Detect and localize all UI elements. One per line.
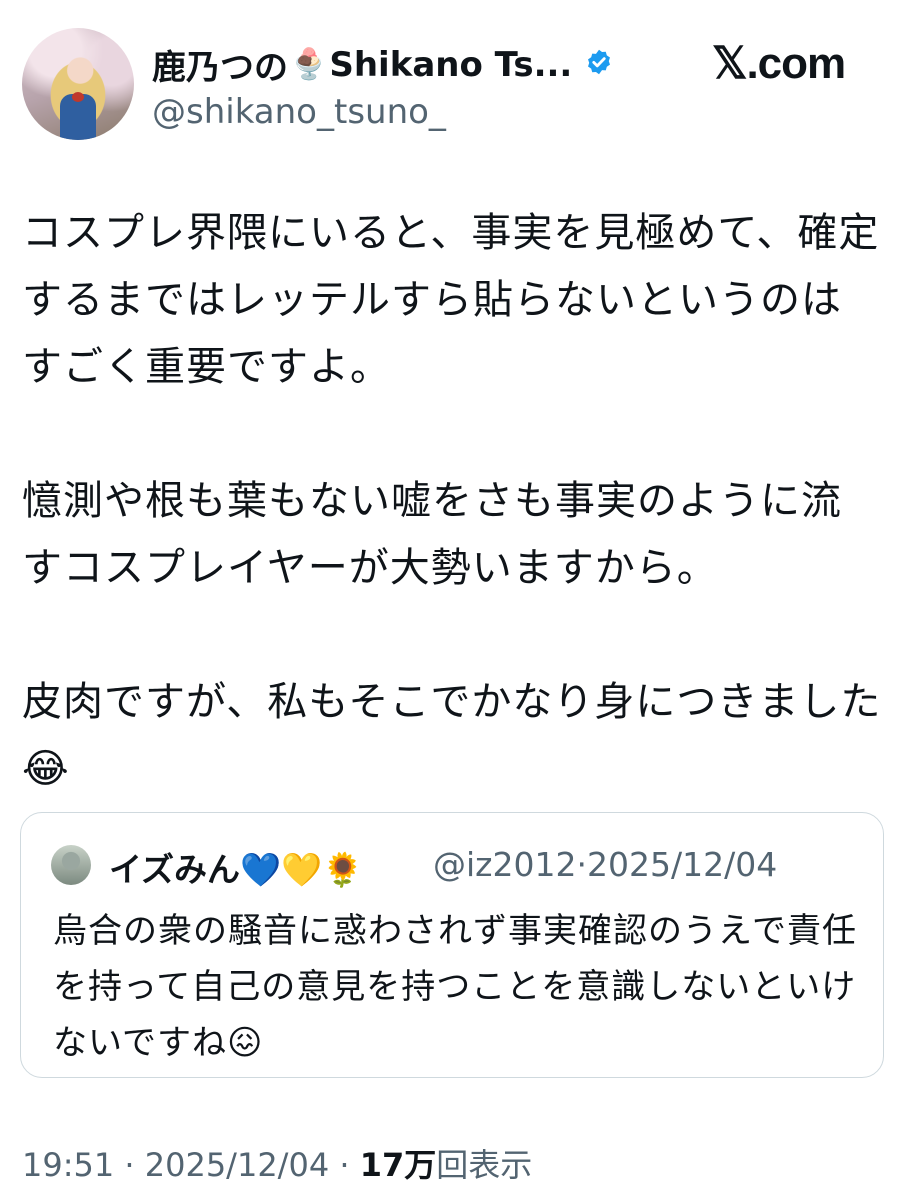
author-name-text: 鹿乃つの — [152, 48, 288, 88]
meta-separator: · — [339, 1146, 350, 1184]
x-logo: 𝕏.com — [712, 39, 846, 88]
post-meta: 19:51 · 2025/12/04 · 17万回表示 — [22, 1140, 532, 1186]
author-name-emoji: 🍨 — [290, 47, 328, 82]
verified-badge-icon — [588, 49, 610, 75]
quoted-text: 烏合の衆の騒音に惑わされず事実確認のうえで責任を持って自己の意見を持つことを意識… — [53, 903, 863, 1071]
quoted-author-name: イズみん💙💛🌻 — [109, 850, 364, 889]
meta-separator: · — [124, 1146, 135, 1184]
quoted-post[interactable]: イズみん💙💛🌻 @iz2012·2025/12/04 烏合の衆の騒音に惑わされず… — [20, 812, 884, 1078]
author-avatar[interactable] — [22, 28, 134, 140]
quoted-handle: @iz2012 — [433, 845, 577, 884]
post-paragraph: 皮肉ですが、私もそこでかなり身につきました😂 — [22, 679, 882, 792]
post-time[interactable]: 19:51 — [22, 1146, 114, 1184]
quoted-separator: · — [576, 845, 587, 884]
quoted-meta: @iz2012·2025/12/04 — [433, 845, 777, 884]
quoted-author-avatar — [51, 845, 91, 885]
quoted-date: 2025/12/04 — [586, 845, 778, 884]
views-label: 回表示 — [436, 1146, 533, 1184]
author-name-suffix: Shikano Ts... — [329, 44, 573, 85]
quoted-text-body: 烏合の衆の騒音に惑わされず事実確認のうえで責任を持って自己の意見を持つことを意識… — [53, 911, 857, 1063]
post-body: コスプレ界隈にいると、事実を見極めて、確定するまではレッテルすら貼らないというの… — [22, 200, 882, 803]
author-handle[interactable]: @shikano_tsuno_ — [152, 92, 446, 132]
avatar-collar — [72, 92, 84, 102]
post-paragraph: コスプレ界隈にいると、事実を見極めて、確定するまではレッテルすら貼らないというの… — [22, 210, 880, 390]
views-count: 17万 — [359, 1146, 437, 1184]
post-date[interactable]: 2025/12/04 — [145, 1146, 329, 1184]
post-paragraph: 憶測や根も葉もない嘘をさも事実のように流すコスプレイヤーが大勢いますから。 — [22, 478, 842, 591]
author-name[interactable]: 鹿乃つの 🍨 Shikano Ts... — [152, 40, 572, 89]
